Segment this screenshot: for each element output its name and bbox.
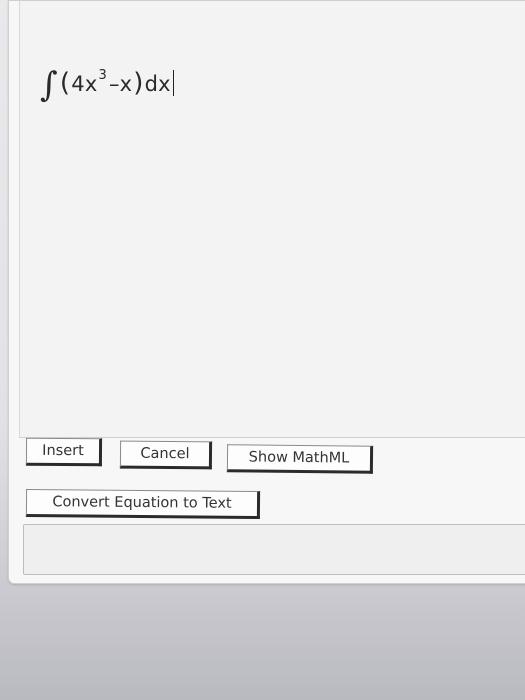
equation-minus: – bbox=[108, 72, 120, 96]
open-paren: ( bbox=[59, 68, 71, 98]
equation-editor-area[interactable]: ∫ ( 4x 3 – x ) dx bbox=[19, 1, 525, 438]
cancel-button[interactable]: Cancel bbox=[119, 440, 213, 470]
text-output-box[interactable] bbox=[23, 524, 525, 575]
equation-differential: dx bbox=[144, 72, 171, 96]
integral-symbol: ∫ bbox=[40, 65, 58, 105]
convert-equation-to-text-button[interactable]: Convert Equation to Text bbox=[25, 488, 261, 520]
close-paren: ) bbox=[133, 68, 144, 98]
equation-term-4x: 4x bbox=[71, 72, 98, 96]
show-mathml-button[interactable]: Show MathML bbox=[226, 444, 374, 474]
text-cursor bbox=[172, 70, 174, 96]
equation-exponent: 3 bbox=[98, 67, 107, 83]
insert-button[interactable]: Insert bbox=[25, 437, 103, 467]
equation-term-x: x bbox=[119, 72, 133, 96]
equation-display: ∫ ( 4x 3 – x ) dx bbox=[40, 65, 174, 105]
